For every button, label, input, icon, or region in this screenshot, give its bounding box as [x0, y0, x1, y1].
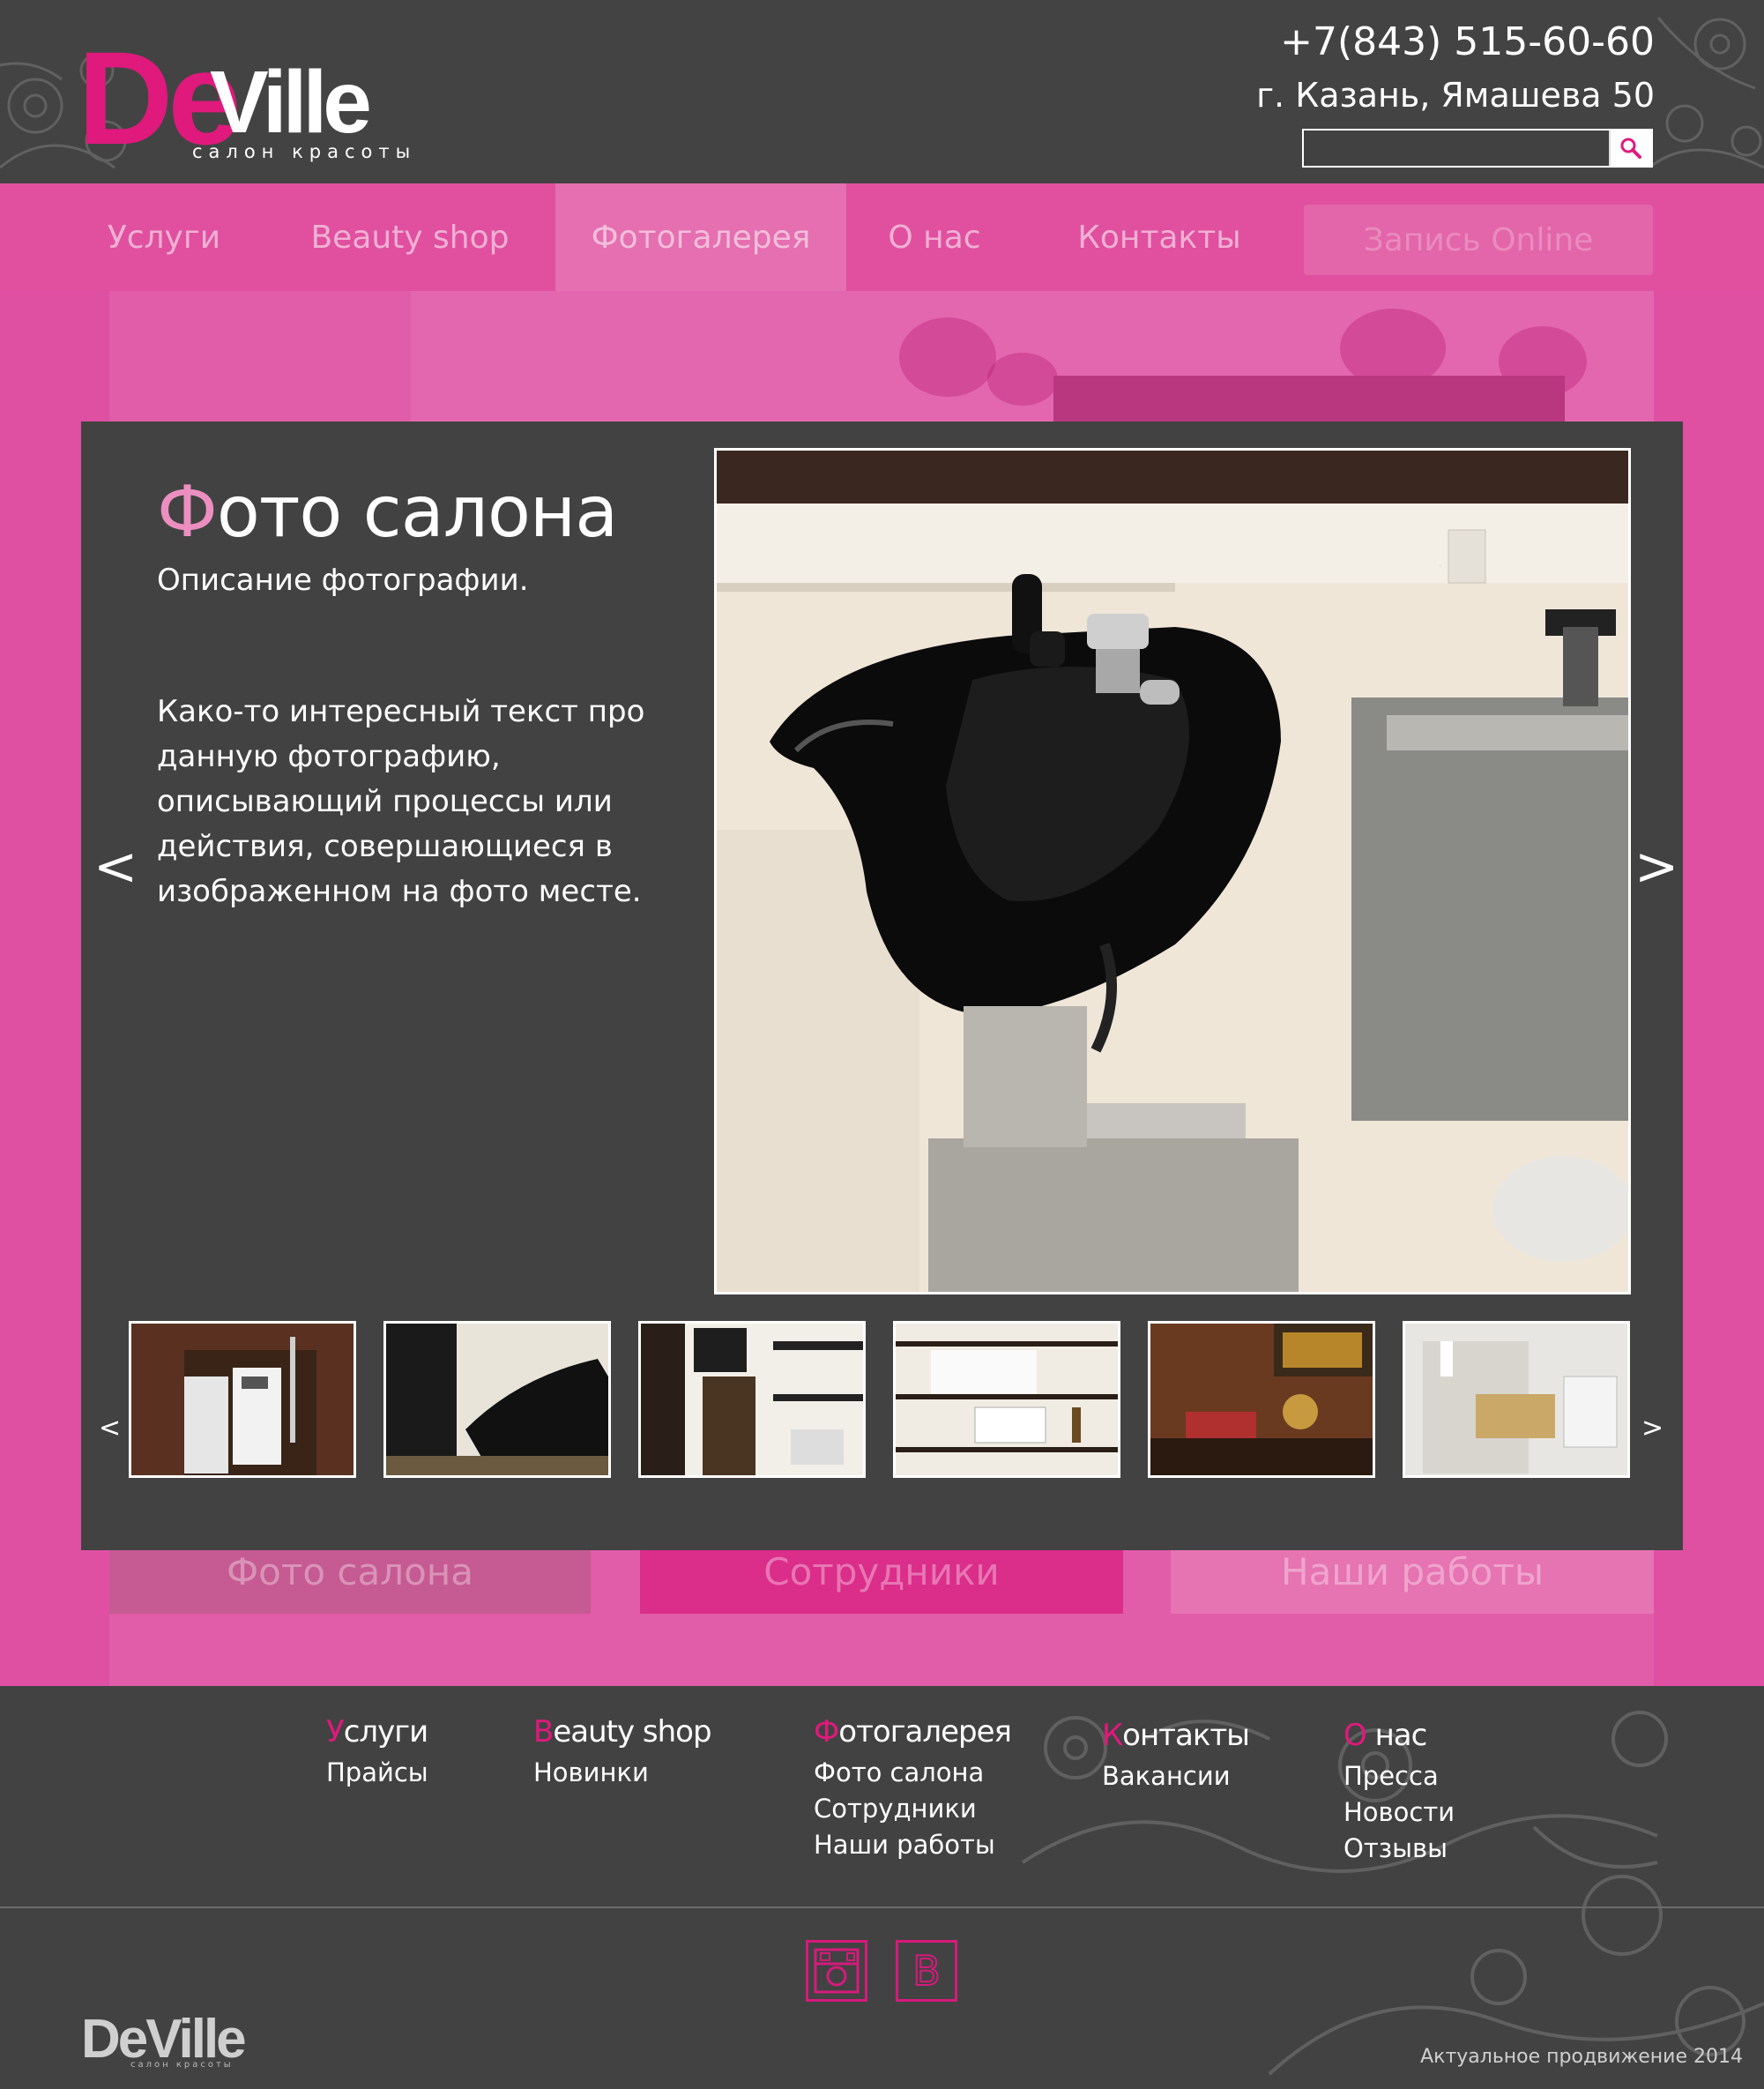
gallery-thumbnail[interactable] — [129, 1321, 356, 1478]
photo-body-text: Како-то интересный текст про данную фото… — [157, 694, 645, 909]
footer-heading[interactable]: Фотогалерея — [814, 1714, 1012, 1750]
nav-item-services[interactable]: Услуги — [76, 183, 252, 291]
nav-item-label: О нас — [888, 219, 981, 256]
footer-col-services: Услуги Прайсы — [326, 1714, 428, 1791]
footer-heading-first-letter: Ф — [814, 1714, 839, 1750]
footer-link[interactable]: Фото салона — [814, 1755, 1011, 1791]
footer-col-gallery: Фотогалерея Фото салона Сотрудники Наши … — [814, 1714, 1012, 1863]
thumbs-prev-icon[interactable]: < — [99, 1413, 121, 1444]
search-input[interactable] — [1304, 131, 1609, 166]
logo[interactable]: De Ville салон красоты — [78, 25, 448, 164]
gallery-section: Фото салона Сотрудники Наши работы Фото … — [0, 291, 1764, 1686]
search-icon — [1620, 138, 1641, 159]
site-header: De Ville салон красоты +7(843) 515-60-60… — [0, 0, 1764, 183]
arrow-right-icon[interactable]: > — [1634, 836, 1678, 898]
footer-heading-rest: онтакты — [1122, 1718, 1250, 1753]
tab-label: Сотрудники — [763, 1549, 1000, 1593]
copyright-text[interactable]: Актуальное продвижение 2014 — [1420, 2046, 1743, 2068]
floral-ornament-right — [1649, 17, 1764, 169]
footer-logo-tagline: салон красоты — [130, 2060, 234, 2070]
nav-item-contacts[interactable]: Контакты — [1058, 183, 1261, 291]
gallery-thumbnail[interactable] — [1148, 1321, 1375, 1478]
photo-modal: Фото салона Описание фотографии. Како-то… — [81, 422, 1683, 1550]
gallery-thumbnail[interactable] — [893, 1321, 1120, 1478]
thumbnail-image — [641, 1324, 863, 1475]
tab-label: Фото салона — [227, 1549, 473, 1593]
footer-link[interactable]: Новости — [1343, 1794, 1455, 1831]
photo-title-first-letter: Ф — [157, 471, 218, 553]
footer-link[interactable]: Вакансии — [1102, 1758, 1249, 1794]
thumbnail-image — [1405, 1324, 1627, 1475]
footer-link[interactable]: Сотрудники — [814, 1791, 1011, 1827]
gallery-thumbnail[interactable] — [1403, 1321, 1630, 1478]
logo-tagline: салон красоты — [192, 141, 417, 162]
footer-heading-rest: нас — [1366, 1718, 1428, 1753]
nav-item-label: Услуги — [107, 219, 221, 256]
footer-heading-first-letter: B — [533, 1714, 554, 1750]
search-button[interactable] — [1609, 131, 1651, 166]
footer-heading-first-letter: У — [326, 1714, 345, 1750]
footer-col-contacts: Контакты Вакансии — [1102, 1718, 1250, 1794]
logo-ville: Ville — [210, 53, 372, 152]
footer-col-about: О нас Пресса Новости Отзывы — [1343, 1718, 1455, 1867]
footer-divider — [0, 1906, 1764, 1908]
arrow-left-icon[interactable]: < — [93, 836, 138, 898]
footer-heading[interactable]: Услуги — [326, 1714, 428, 1750]
nav-item-label: Контакты — [1077, 219, 1241, 256]
footer-heading-first-letter: О — [1343, 1718, 1367, 1753]
footer-heading-first-letter: К — [1102, 1718, 1123, 1753]
address: г. Казань, Ямашева 50 — [1256, 76, 1655, 115]
site-footer: Услуги Прайсы Beauty shop Новинки Фотога… — [0, 1686, 1764, 2089]
thumbnail-image — [131, 1324, 354, 1475]
footer-heading-rest: слуги — [343, 1714, 429, 1750]
photo-title: Фото салона — [157, 471, 618, 553]
footer-heading[interactable]: О нас — [1343, 1718, 1455, 1753]
footer-logo[interactable]: DeVille салон красоты — [81, 2012, 247, 2070]
nav-item-beauty-shop[interactable]: Beauty shop — [291, 183, 529, 291]
photo-description: Описание фотографии. — [157, 563, 529, 598]
footer-heading[interactable]: Контакты — [1102, 1718, 1250, 1753]
thumbnail-image — [1150, 1324, 1373, 1475]
footer-link[interactable]: Прайсы — [326, 1755, 428, 1791]
footer-link[interactable]: Пресса — [1343, 1758, 1455, 1794]
search-box — [1302, 129, 1653, 168]
thumbnail-image — [386, 1324, 608, 1475]
footer-col-beauty-shop: Beauty shop Новинки — [533, 1714, 712, 1791]
vk-glyph: В — [912, 1947, 942, 1995]
blossom-decoration — [899, 317, 996, 397]
footer-heading-rest: отогалерея — [838, 1714, 1012, 1750]
blossom-decoration — [987, 353, 1058, 406]
footer-link[interactable]: Наши работы — [814, 1827, 1011, 1863]
nav-item-about[interactable]: О нас — [873, 183, 996, 291]
footer-link[interactable]: Новинки — [533, 1755, 711, 1791]
main-photo — [714, 448, 1631, 1294]
online-booking-button[interactable]: Запись Online — [1304, 205, 1653, 275]
footer-heading[interactable]: Beauty shop — [533, 1714, 712, 1750]
footer-link[interactable]: Отзывы — [1343, 1831, 1455, 1867]
nav-item-label: Фотогалерея — [591, 219, 811, 256]
phone-number[interactable]: +7(843) 515-60-60 — [1280, 19, 1655, 64]
instagram-glyph — [814, 1948, 860, 1994]
footer-logo-text: DeVille — [81, 2009, 247, 2070]
tab-label: Наши работы — [1280, 1549, 1544, 1593]
gallery-thumbnail[interactable] — [383, 1321, 611, 1478]
salon-sink-photo — [717, 451, 1628, 1292]
nav-item-gallery[interactable]: Фотогалерея — [555, 183, 846, 291]
vk-icon[interactable]: В — [896, 1940, 957, 2002]
photo-title-rest: ото салона — [216, 471, 618, 553]
thumbs-next-icon[interactable]: > — [1641, 1413, 1664, 1444]
instagram-icon[interactable] — [806, 1940, 867, 2002]
thumbnail-image — [896, 1324, 1118, 1475]
main-nav: Услуги Beauty shop Фотогалерея О нас Кон… — [0, 183, 1764, 291]
footer-heading-rest: eauty shop — [553, 1714, 711, 1750]
nav-item-label: Beauty shop — [310, 219, 510, 256]
gallery-thumbnail[interactable] — [638, 1321, 866, 1478]
